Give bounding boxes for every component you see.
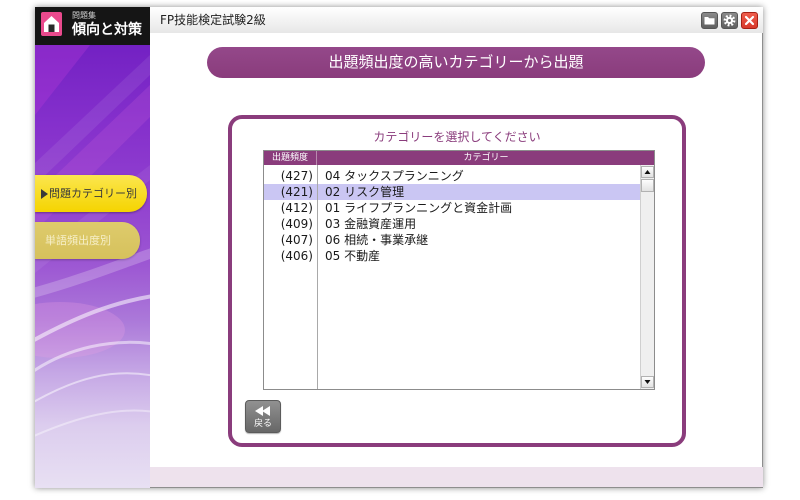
category-label: 04 タックスプランニング	[325, 169, 464, 183]
column-header-frequency: 出題頻度	[264, 151, 317, 165]
back-button[interactable]: 戻る	[245, 400, 281, 433]
open-folder-button[interactable]	[701, 12, 718, 29]
scroll-up-button[interactable]	[641, 166, 654, 178]
category-label: 06 相続・事業承継	[325, 233, 429, 247]
category-list[interactable]: 出題頻度 カテゴリー (427) 04 タックスプランニング (421) 02 …	[263, 150, 655, 390]
column-divider	[317, 165, 318, 389]
frequency-count: (407)	[280, 233, 313, 247]
list-header: 出題頻度 カテゴリー	[264, 151, 654, 165]
category-label: 02 リスク管理	[325, 185, 405, 199]
window-title: FP技能検定試験2級	[160, 13, 266, 27]
category-label: 01 ライフプランニングと資金計画	[325, 201, 513, 215]
list-item[interactable]: (406) 05 不動産	[264, 248, 640, 264]
frequency-count: (412)	[280, 201, 313, 215]
list-item[interactable]: (409) 03 金融資産運用	[264, 216, 640, 232]
frequency-count: (427)	[280, 169, 313, 183]
category-label: 03 金融資産運用	[325, 217, 417, 231]
list-item[interactable]: (412) 01 ライフプランニングと資金計画	[264, 200, 640, 216]
sidebar-item-label: 単語頻出度別	[45, 234, 111, 247]
title-bar: FP技能検定試験2級	[150, 7, 763, 33]
category-label: 05 不動産	[325, 249, 381, 263]
back-button-label: 戻る	[253, 419, 272, 429]
mode-banner: 出題頻出度の高いカテゴリーから出題	[207, 47, 705, 78]
panel-prompt: カテゴリーを選択してください	[373, 130, 541, 144]
list-item[interactable]: (407) 06 相続・事業承継	[264, 232, 640, 248]
triangle-up-icon	[644, 170, 651, 174]
triangle-right-icon	[41, 188, 48, 199]
scroll-down-button[interactable]	[641, 376, 654, 388]
sidebar: 問題カテゴリー別 単語頻出度別	[35, 45, 150, 488]
close-icon	[744, 15, 755, 26]
sidebar-item-word-frequency-mode[interactable]: 単語頻出度別	[35, 222, 140, 259]
folder-icon	[704, 17, 715, 25]
logo-title: 傾向と対策	[72, 22, 142, 38]
banner-title: 出題頻出度の高いカテゴリーから出題	[328, 53, 584, 71]
gear-icon	[723, 14, 736, 27]
rewind-icon	[255, 406, 270, 416]
close-button[interactable]	[741, 12, 758, 29]
triangle-down-icon	[644, 380, 651, 384]
sidebar-item-category-mode[interactable]: 問題カテゴリー別	[35, 175, 147, 212]
sidebar-item-label: 問題カテゴリー別	[49, 187, 137, 200]
footer-bar	[150, 467, 763, 487]
list-rows: (427) 04 タックスプランニング (421) 02 リスク管理 (412)…	[264, 168, 640, 264]
settings-button[interactable]	[721, 12, 738, 29]
list-item[interactable]: (427) 04 タックスプランニング	[264, 168, 640, 184]
list-item[interactable]: (421) 02 リスク管理	[264, 184, 640, 200]
frequency-count: (421)	[280, 185, 313, 199]
logo-caption: 問題集	[72, 11, 96, 20]
scrollbar[interactable]	[640, 165, 654, 389]
scroll-thumb[interactable]	[641, 179, 654, 192]
frequency-count: (409)	[280, 217, 313, 231]
sidebar-background	[35, 45, 150, 488]
home-icon	[41, 12, 62, 36]
app-logo: 問題集 傾向と対策	[35, 7, 150, 45]
frequency-count: (406)	[280, 249, 313, 263]
column-header-category: カテゴリー	[463, 153, 509, 163]
